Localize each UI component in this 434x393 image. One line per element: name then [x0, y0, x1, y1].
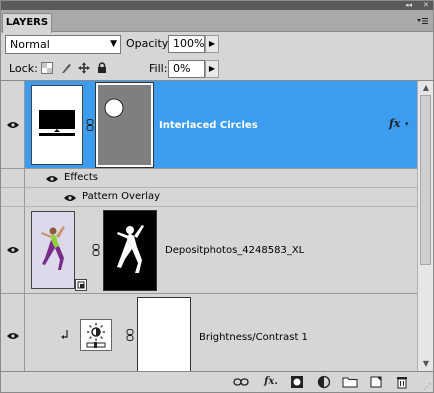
chain-link-icon[interactable] — [86, 119, 94, 134]
lock-position-icon[interactable] — [78, 62, 90, 74]
fx-icon[interactable]: fx. — [263, 375, 279, 389]
fill-slider-button[interactable]: ▶ — [205, 60, 219, 78]
opacity-label: Opacity: — [126, 37, 172, 50]
visibility-cell[interactable] — [1, 294, 25, 371]
layer-thumbnail[interactable] — [31, 211, 75, 289]
effect-name: Pattern Overlay — [82, 191, 161, 202]
tab-layers[interactable]: LAYERS — [2, 13, 52, 33]
layer-name[interactable]: Interlaced Circles — [159, 119, 258, 133]
chain-link-icon[interactable] — [126, 329, 134, 344]
blend-mode-value: Normal — [10, 38, 50, 51]
tab-bar: LAYERS — [1, 10, 433, 33]
panel-menu-icon[interactable] — [415, 14, 429, 28]
opacity-slider-button[interactable]: ▶ — [205, 35, 219, 53]
lock-all-icon[interactable] — [96, 62, 108, 74]
eye-icon[interactable] — [64, 194, 76, 202]
effects-label: Effects — [64, 172, 98, 183]
layer-name[interactable]: Depositphotos_4248583_XL — [165, 244, 304, 258]
visibility-cell[interactable] — [1, 207, 25, 293]
scroll-down-icon[interactable]: ▼ — [420, 358, 432, 370]
visibility-cell — [1, 188, 25, 206]
eye-icon[interactable] — [7, 246, 19, 254]
new-layer-icon[interactable] — [368, 375, 384, 389]
effect-row[interactable]: Pattern Overlay — [1, 188, 417, 207]
lock-image-pixels-icon[interactable] — [60, 62, 72, 74]
lock-label: Lock: — [9, 62, 38, 75]
layer-mask-thumbnail[interactable] — [137, 297, 191, 371]
collapse-icon[interactable]: ◂◂ — [405, 1, 412, 10]
opacity-input[interactable]: 100% — [168, 35, 205, 53]
fx-icon[interactable]: fx — [389, 117, 400, 130]
scroll-up-icon[interactable]: ▲ — [420, 82, 432, 94]
link-layers-icon[interactable] — [233, 375, 249, 389]
layer-mask-thumbnail[interactable] — [103, 210, 157, 291]
add-mask-icon[interactable] — [289, 375, 305, 389]
panel-footer: fx. ⋰ — [1, 371, 433, 392]
chain-link-icon[interactable] — [92, 244, 100, 259]
opacity-value: 100% — [173, 37, 205, 50]
lock-transparent-pixels-icon[interactable] — [41, 62, 53, 74]
layer-thumbnail[interactable] — [31, 85, 83, 165]
adjustment-layer-icon[interactable] — [316, 375, 332, 389]
layers-scrollbar[interactable]: ▲ ▼ — [417, 81, 433, 371]
layer-mask-thumbnail[interactable] — [95, 82, 154, 168]
smart-object-icon — [75, 279, 87, 291]
layer-row[interactable]: Brightness/Contrast 1 — [1, 294, 417, 371]
layer-name[interactable]: Brightness/Contrast 1 — [199, 331, 308, 345]
effects-row[interactable]: Effects — [1, 169, 417, 188]
eye-icon[interactable] — [7, 332, 19, 340]
scrollbar-thumb[interactable] — [420, 95, 431, 265]
blend-opacity-row: Normal ▼ Opacity: 100% ▶ — [1, 33, 433, 55]
eye-icon[interactable] — [46, 175, 58, 183]
fill-value: 0% — [173, 62, 191, 75]
layer-row[interactable]: Depositphotos_4248583_XL — [1, 207, 417, 294]
close-icon[interactable]: ✕ — [423, 1, 429, 10]
blend-mode-select[interactable]: Normal ▼ — [5, 35, 121, 54]
group-icon[interactable] — [342, 375, 358, 389]
chevron-down-icon: ▼ — [110, 39, 117, 49]
visibility-cell — [1, 169, 25, 187]
layer-row[interactable]: Interlaced Circles fx ▾ — [1, 81, 417, 169]
adjustment-icon[interactable] — [80, 319, 112, 351]
expand-effects-icon[interactable]: ▾ — [405, 120, 409, 128]
fill-label: Fill: — [149, 62, 168, 75]
lock-fill-row: Lock: Fill: 0% ▶ — [1, 57, 433, 81]
resize-grip-icon[interactable]: ⋰ — [423, 382, 431, 391]
eye-icon[interactable] — [7, 121, 19, 129]
panel-title-bar: ◂◂ ✕ — [1, 1, 433, 10]
fill-input[interactable]: 0% — [168, 60, 205, 78]
delete-icon[interactable] — [394, 375, 410, 389]
layers-list: Interlaced Circles fx ▾ Effects Pattern … — [1, 81, 417, 371]
visibility-cell[interactable] — [1, 81, 25, 168]
clipping-mask-icon — [61, 330, 69, 343]
layers-panel: ◂◂ ✕ LAYERS Normal ▼ Opacity: 100% ▶ Loc… — [0, 0, 434, 393]
